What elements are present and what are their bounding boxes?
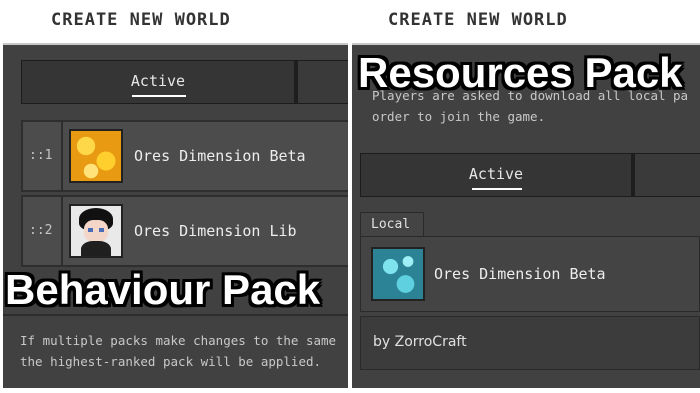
tab-active-underline [132, 95, 186, 97]
pack-tabs: Active [21, 60, 348, 104]
row-divider [61, 197, 63, 265]
local-section-tab: Local [360, 212, 424, 237]
local-label: Local [371, 217, 411, 232]
pack-rank: ::1 [29, 148, 53, 163]
pack-name: Ores Dimension Lib [134, 222, 297, 240]
author-bar: by ZorroCraft [360, 316, 700, 370]
tab-active[interactable]: Active [22, 61, 296, 103]
tab-active-label: Active [468, 165, 524, 183]
tab-active-label: Active [130, 72, 186, 90]
row-divider [61, 122, 63, 190]
tab-available[interactable] [633, 154, 700, 196]
diamond-ore-icon [371, 247, 425, 301]
info-line: the highest-ranked pack will be applied. [20, 354, 322, 369]
tab-available[interactable] [296, 61, 348, 103]
pack-tabs: Active [360, 153, 700, 197]
header: CREATE NEW WORLD [3, 0, 348, 45]
divider [3, 314, 348, 316]
gold-ore-icon [69, 129, 123, 183]
header: CREATE NEW WORLD [352, 0, 700, 45]
pack-row[interactable]: ::2 Ores Dimension Lib [21, 195, 348, 267]
tab-active-underline [472, 188, 522, 190]
behaviour-pack-panel: CREATE NEW WORLD Active ::1 Ores Dimensi… [3, 0, 348, 388]
page-title: CREATE NEW WORLD [51, 10, 231, 30]
info-line: If multiple packs make changes to the sa… [20, 333, 337, 348]
resources-pack-caption: Resources Pack [358, 49, 683, 96]
resources-pack-panel: CREATE NEW WORLD Players are asked to do… [352, 0, 700, 388]
avatar-icon [69, 204, 123, 258]
pack-rank: ::2 [29, 223, 53, 238]
pack-name: Ores Dimension Beta [134, 147, 306, 165]
pack-row[interactable]: ::1 Ores Dimension Beta [21, 120, 348, 192]
pack-name: Ores Dimension Beta [434, 265, 606, 283]
pack-author: by ZorroCraft [373, 334, 467, 350]
behaviour-pack-caption: Behaviour Pack [5, 266, 321, 313]
info-line: order to join the game. [372, 109, 546, 124]
pack-row[interactable]: Ores Dimension Beta [360, 236, 700, 312]
page-title: CREATE NEW WORLD [388, 10, 568, 30]
tab-active[interactable]: Active [361, 154, 633, 196]
